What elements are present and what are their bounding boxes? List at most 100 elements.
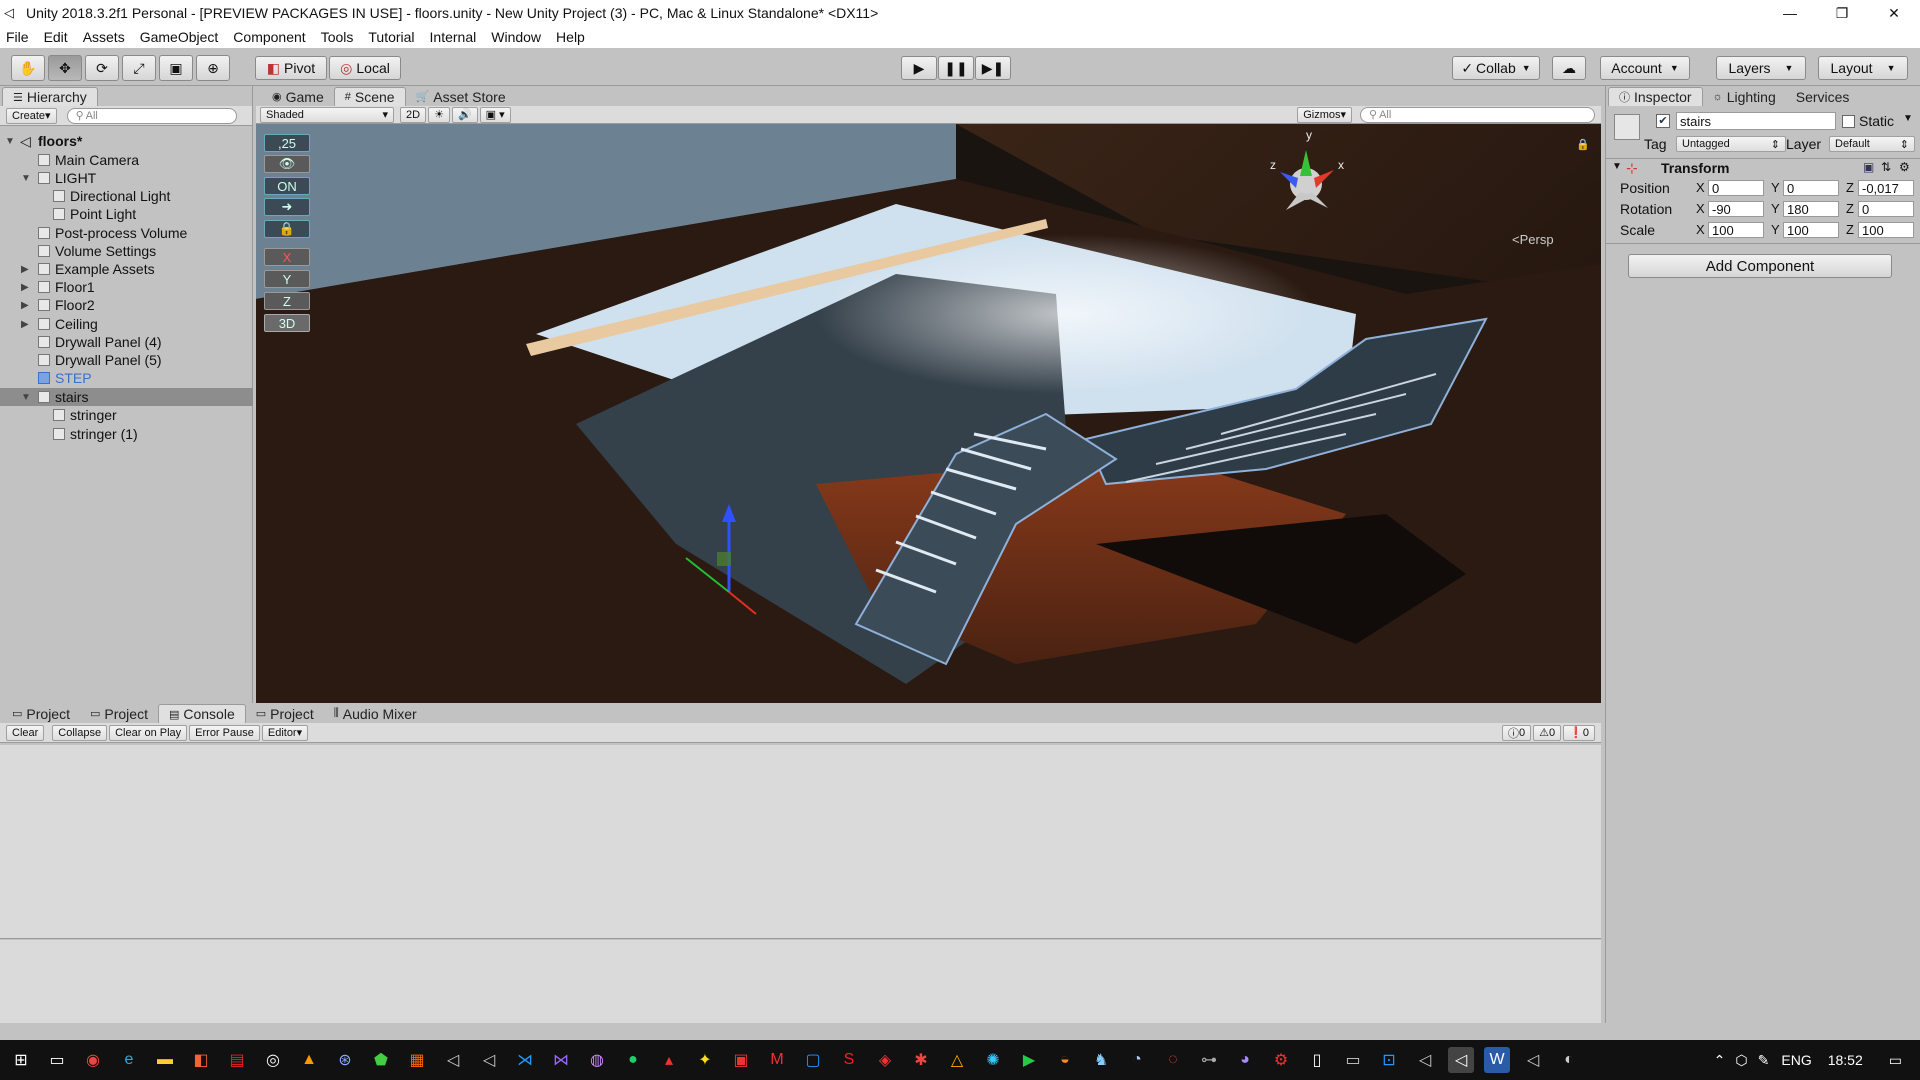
chrome-icon[interactable]: ◉ — [80, 1047, 106, 1073]
pdf-reader-icon[interactable]: ▤ — [224, 1047, 250, 1073]
rect-tool-icon[interactable]: ▣ — [159, 55, 193, 81]
menu-assets[interactable]: Assets — [83, 29, 125, 45]
app-orb-icon[interactable]: ◕ — [1232, 1047, 1258, 1073]
app-ring-icon[interactable]: ◌ — [1160, 1047, 1186, 1073]
snap-lock-icon[interactable]: 🔒 — [264, 220, 310, 238]
collab-button[interactable]: ✓ Collab ▼ — [1452, 56, 1540, 80]
hierarchy-item-step-prefab[interactable]: STEP — [0, 369, 253, 387]
gear-icon[interactable]: ⚙ — [1899, 160, 1910, 174]
add-component-button[interactable]: Add Component — [1628, 254, 1892, 278]
menu-gameobject[interactable]: GameObject — [140, 29, 219, 45]
hierarchy-item-main-camera[interactable]: Main Camera — [0, 151, 253, 169]
app-s-icon[interactable]: S — [836, 1047, 862, 1073]
hierarchy-item-example-assets[interactable]: ▶ Example Assets — [0, 260, 253, 278]
2d-toggle[interactable]: 2D — [400, 106, 427, 123]
menu-edit[interactable]: Edit — [44, 29, 68, 45]
hierarchy-item-floor1[interactable]: ▶ Floor1 — [0, 278, 253, 296]
account-dropdown[interactable]: Account ▼ — [1600, 56, 1690, 80]
snap-on-toggle[interactable]: ON — [264, 177, 310, 195]
gizmos-dropdown[interactable]: Gizmos ▾ — [1297, 106, 1352, 123]
snap-move-icon[interactable]: ➜ — [264, 198, 310, 216]
audio-toggle-icon[interactable]: 🔊 — [451, 106, 478, 123]
scale-y-field[interactable]: 100 — [1783, 222, 1839, 238]
shield-icon[interactable]: ⬟ — [368, 1047, 394, 1073]
transform-tool-icon[interactable]: ⊕ — [196, 55, 230, 81]
hierarchy-item-stringer[interactable]: stringer — [0, 406, 253, 424]
menu-internal[interactable]: Internal — [430, 29, 477, 45]
clear-on-play-button[interactable]: Clear on Play — [109, 724, 188, 741]
menu-tools[interactable]: Tools — [321, 29, 354, 45]
transform-foldout-icon[interactable]: ▼ — [1612, 161, 1622, 172]
lock-icon[interactable]: 🔒 — [1576, 138, 1590, 151]
app-game-icon[interactable]: ▣ — [728, 1047, 754, 1073]
menu-component[interactable]: Component — [233, 29, 305, 45]
warning-count[interactable]: ⚠ 0 — [1533, 724, 1562, 741]
hierarchy-item-floor2[interactable]: ▶ Floor2 — [0, 296, 253, 314]
vscode-icon[interactable]: ⋊ — [512, 1047, 538, 1073]
hierarchy-item-ceiling[interactable]: ▶ Ceiling — [0, 315, 253, 333]
app-purple-icon[interactable]: ◍ — [584, 1047, 610, 1073]
clear-button[interactable]: Clear — [6, 724, 45, 741]
tab-audio-mixer[interactable]: ⫼ Audio Mixer — [324, 704, 427, 723]
hierarchy-item-volume-settings[interactable]: Volume Settings — [0, 242, 253, 260]
tab-hierarchy[interactable]: ☰ Hierarchy — [2, 87, 98, 106]
tab-game[interactable]: ◉ Game — [262, 87, 334, 106]
hierarchy-item-directional-light[interactable]: Directional Light — [0, 187, 253, 205]
app-swirl-icon[interactable]: ⊛ — [332, 1047, 358, 1073]
vlc-icon[interactable]: ▲ — [296, 1047, 322, 1073]
word-icon[interactable]: W — [1484, 1047, 1510, 1073]
scene-root[interactable]: ▼ ◁ floors* — [0, 132, 253, 150]
unity-active-icon[interactable]: ◁ — [1448, 1047, 1474, 1073]
app-circle-icon[interactable]: ◔ — [1124, 1047, 1150, 1073]
tab-services[interactable]: Services — [1786, 87, 1860, 106]
tag-dropdown[interactable]: Untagged ⇕ — [1676, 136, 1786, 152]
rotation-z-field[interactable]: 0 — [1858, 201, 1914, 217]
hierarchy-item-point-light[interactable]: Point Light — [0, 205, 253, 223]
tab-inspector[interactable]: ⓘ Inspector — [1608, 87, 1703, 106]
menu-help[interactable]: Help — [556, 29, 585, 45]
tab-project-2[interactable]: ▭ Project — [80, 704, 158, 723]
app-yellow-icon[interactable]: ✦ — [692, 1047, 718, 1073]
hierarchy-item-post-process-volume[interactable]: Post-process Volume — [0, 224, 253, 242]
layers-dropdown[interactable]: Layers ▼ — [1716, 56, 1806, 80]
scale-z-field[interactable]: 100 — [1858, 222, 1914, 238]
cloud-icon[interactable]: ☁ — [1552, 56, 1586, 80]
transform-header[interactable]: Transform — [1661, 160, 1729, 176]
hierarchy-item-drywall-5[interactable]: Drywall Panel (5) — [0, 351, 253, 369]
local-button[interactable]: ◎ Local — [329, 56, 401, 80]
app-red-icon[interactable]: ▴ — [656, 1047, 682, 1073]
task-view-icon[interactable]: ▭ — [44, 1047, 70, 1073]
pivot-button[interactable]: ◧ Pivot — [255, 56, 327, 80]
object-name-field[interactable]: stairs — [1676, 112, 1836, 130]
app-cog-icon[interactable]: ⚙ — [1268, 1047, 1294, 1073]
menu-file[interactable]: File — [6, 29, 29, 45]
tab-lighting[interactable]: ☼ Lighting — [1703, 87, 1786, 106]
error-pause-button[interactable]: Error Pause — [189, 724, 260, 741]
terminal-icon[interactable]: ▭ — [1340, 1047, 1366, 1073]
unity-taskbar-icon[interactable]: ◁ — [1412, 1047, 1438, 1073]
spotify-icon[interactable]: ● — [620, 1047, 646, 1073]
tray-chevron-icon[interactable]: ⌃ — [1714, 1052, 1726, 1069]
pause-button[interactable]: ❚❚ — [938, 56, 974, 80]
static-dropdown-icon[interactable]: ▼ — [1903, 113, 1913, 124]
console-log-area[interactable] — [0, 745, 1601, 939]
blender-icon[interactable]: ◒ — [1052, 1047, 1078, 1073]
dropbox-icon[interactable]: ⬡ — [1735, 1052, 1747, 1069]
scene-viewport[interactable]: y x z <Persp 🔒 ,25 👁 ON ➜ 🔒 X Y Z 3D — [256, 124, 1601, 703]
snap-3d-button[interactable]: 3D — [264, 314, 310, 332]
hand-tool-icon[interactable]: ✋ — [11, 55, 45, 81]
tab-asset-store[interactable]: 🛒 Asset Store — [406, 87, 516, 106]
minimize-button[interactable]: — — [1764, 0, 1816, 26]
unity-hub-icon[interactable]: ◁ — [440, 1047, 466, 1073]
close-button[interactable]: ✕ — [1868, 0, 1920, 26]
snap-y-button[interactable]: Y — [264, 270, 310, 288]
editor-dropdown[interactable]: Editor ▾ — [261, 724, 309, 741]
tab-project-1[interactable]: ▭ Project — [2, 704, 80, 723]
hierarchy-item-stairs[interactable]: ▼ stairs — [0, 388, 253, 406]
static-checkbox[interactable] — [1842, 115, 1855, 128]
language-indicator[interactable]: ENG — [1781, 1052, 1811, 1068]
office-icon[interactable]: ◧ — [188, 1047, 214, 1073]
scale-tool-icon[interactable]: ⤢ — [122, 55, 156, 81]
file-explorer-icon[interactable]: ▬ — [152, 1047, 178, 1073]
snap-x-button[interactable]: X — [264, 248, 310, 266]
